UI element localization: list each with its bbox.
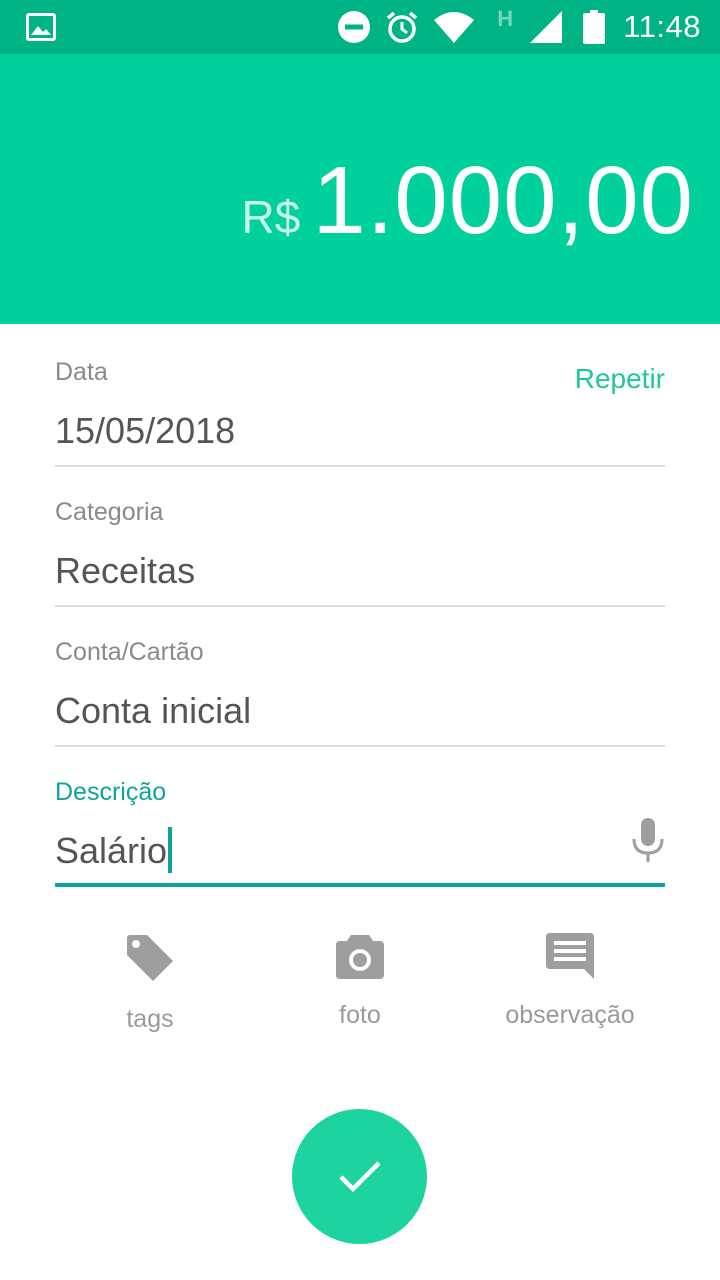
category-underline xyxy=(55,605,665,607)
extra-actions: tags foto observação xyxy=(0,925,720,1045)
battery-icon xyxy=(583,10,606,44)
photo-label: foto xyxy=(339,1001,381,1029)
network-type-label: H xyxy=(497,6,514,31)
account-value[interactable]: Conta inicial xyxy=(55,689,665,733)
note-button[interactable]: observação xyxy=(470,925,670,1030)
amount-header: R$ 1.000,00 xyxy=(0,54,720,324)
status-time: 11:48 xyxy=(623,9,701,44)
signal-icon xyxy=(530,11,563,43)
tags-label: tags xyxy=(126,1005,174,1033)
date-value[interactable]: 15/05/2018 xyxy=(55,409,665,453)
description-input[interactable]: Salário xyxy=(55,827,665,874)
comment-icon xyxy=(546,933,594,979)
account-label: Conta/Cartão xyxy=(55,638,204,666)
wifi-icon xyxy=(434,12,475,43)
date-label: Data xyxy=(55,358,108,386)
microphone-icon[interactable] xyxy=(631,818,665,864)
status-bar: H 11:48 xyxy=(0,0,720,54)
photo-button[interactable]: foto xyxy=(260,925,460,1030)
camera-icon xyxy=(336,935,384,979)
currency-symbol: R$ xyxy=(241,191,301,243)
do-not-disturb-icon xyxy=(338,11,371,43)
confirm-button[interactable] xyxy=(292,1109,427,1244)
description-underline xyxy=(55,883,665,887)
description-label: Descrição xyxy=(55,778,167,806)
description-text: Salário xyxy=(55,830,168,871)
date-underline xyxy=(55,465,665,467)
note-label: observação xyxy=(505,1001,635,1029)
network-type-indicator: H xyxy=(485,0,525,54)
check-icon xyxy=(338,1160,381,1192)
alarm-icon xyxy=(387,11,418,43)
amount-display[interactable]: R$ 1.000,00 xyxy=(242,146,695,256)
category-value[interactable]: Receitas xyxy=(55,549,665,593)
category-label: Categoria xyxy=(55,498,164,526)
account-underline xyxy=(55,745,665,747)
image-icon xyxy=(26,13,56,41)
tag-icon xyxy=(127,935,173,981)
text-cursor xyxy=(168,827,173,874)
amount-value[interactable]: 1.000,00 xyxy=(312,146,694,256)
account-field[interactable]: Conta/Cartão Conta inicial xyxy=(55,638,665,747)
category-field[interactable]: Categoria Receitas xyxy=(55,498,665,607)
date-field[interactable]: Data 15/05/2018 xyxy=(55,358,665,467)
description-field[interactable]: Descrição Salário xyxy=(55,778,665,887)
tags-button[interactable]: tags xyxy=(50,925,250,1034)
